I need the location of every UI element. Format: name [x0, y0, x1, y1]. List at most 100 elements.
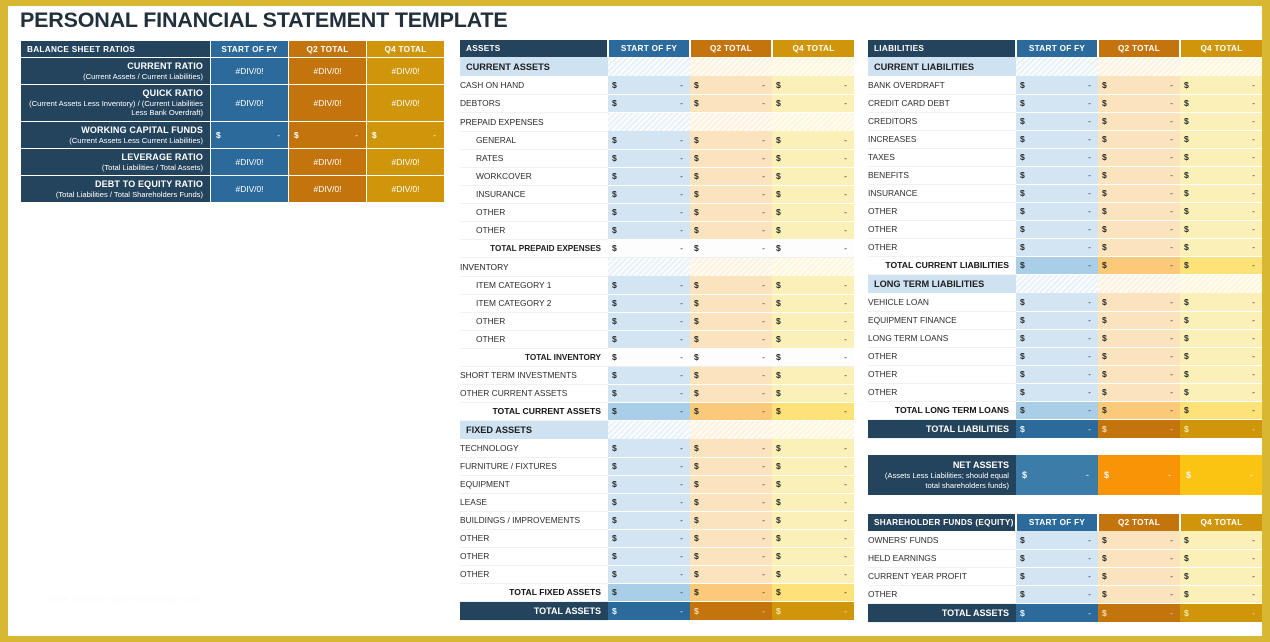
equity-start-of-fy[interactable]: $ - [1016, 585, 1098, 604]
net-assets-value[interactable]: $ - [1180, 455, 1262, 495]
assets-q2[interactable]: $ - [690, 131, 772, 150]
assets-q2[interactable]: $ - [690, 475, 772, 494]
liabilities-start-of-fy[interactable]: $ - [1016, 365, 1098, 384]
liabilities-total-q4[interactable]: $ - [1180, 256, 1262, 275]
liabilities-q2[interactable]: $ - [1098, 166, 1180, 185]
equity-start-of-fy[interactable]: $ - [1016, 567, 1098, 586]
assets-grand-q4[interactable]: $ - [772, 601, 854, 621]
assets-total-start-of-fy[interactable]: $ - [608, 402, 690, 421]
assets-subtotal-start-of-fy[interactable]: $ - [608, 348, 690, 367]
liabilities-q2[interactable]: $ - [1098, 365, 1180, 384]
liabilities-q4[interactable]: $ - [1180, 238, 1262, 257]
assets-q4[interactable]: $ - [772, 276, 854, 295]
assets-start-of-fy[interactable]: $ - [608, 330, 690, 349]
assets-q4[interactable]: $ - [772, 366, 854, 385]
assets-total-q2[interactable]: $ - [690, 583, 772, 602]
ratio-value[interactable]: $ - [210, 120, 289, 149]
liabilities-start-of-fy[interactable]: $ - [1016, 202, 1098, 221]
assets-q2[interactable]: $ - [690, 366, 772, 385]
liabilities-q2[interactable]: $ - [1098, 184, 1180, 203]
liabilities-q4[interactable]: $ - [1180, 94, 1262, 113]
assets-q4[interactable]: $ - [772, 167, 854, 186]
liabilities-q2[interactable]: $ - [1098, 94, 1180, 113]
equity-q4[interactable]: $ - [1180, 531, 1262, 550]
assets-start-of-fy[interactable]: $ - [608, 203, 690, 222]
assets-q2[interactable]: $ - [690, 547, 772, 566]
assets-start-of-fy[interactable]: $ - [608, 529, 690, 548]
ratio-value[interactable]: #DIV/0! [366, 175, 445, 204]
ratio-value[interactable]: #DIV/0! [366, 147, 445, 177]
liabilities-start-of-fy[interactable]: $ - [1016, 94, 1098, 113]
assets-start-of-fy[interactable]: $ - [608, 547, 690, 566]
liabilities-grand-start-of-fy[interactable]: $ - [1016, 419, 1098, 439]
liabilities-q2[interactable]: $ - [1098, 311, 1180, 330]
liabilities-start-of-fy[interactable]: $ - [1016, 76, 1098, 95]
assets-total-q2[interactable]: $ - [690, 402, 772, 421]
equity-q2[interactable]: $ - [1098, 567, 1180, 586]
liabilities-start-of-fy[interactable]: $ - [1016, 112, 1098, 131]
assets-start-of-fy[interactable]: $ - [608, 76, 690, 95]
assets-q4[interactable]: $ - [772, 294, 854, 313]
assets-start-of-fy[interactable]: $ - [608, 384, 690, 403]
assets-q2[interactable]: $ - [690, 565, 772, 584]
liabilities-q2[interactable]: $ - [1098, 383, 1180, 402]
liabilities-q2[interactable]: $ - [1098, 238, 1180, 257]
assets-subtotal-q4[interactable]: $ - [772, 348, 854, 367]
assets-start-of-fy[interactable]: $ - [608, 366, 690, 385]
liabilities-q4[interactable]: $ - [1180, 166, 1262, 185]
assets-total-q4[interactable]: $ - [772, 583, 854, 602]
assets-q4[interactable]: $ - [772, 185, 854, 204]
equity-start-of-fy[interactable]: $ - [1016, 549, 1098, 568]
equity-q2[interactable]: $ - [1098, 549, 1180, 568]
assets-subtotal-start-of-fy[interactable]: $ - [608, 239, 690, 258]
liabilities-total-q2[interactable]: $ - [1098, 401, 1180, 420]
assets-q4[interactable]: $ - [772, 547, 854, 566]
liabilities-q4[interactable]: $ - [1180, 365, 1262, 384]
net-assets-value[interactable]: $ - [1016, 455, 1098, 495]
liabilities-q4[interactable]: $ - [1180, 220, 1262, 239]
ratio-value[interactable]: #DIV/0! [288, 84, 367, 122]
liabilities-q2[interactable]: $ - [1098, 202, 1180, 221]
liabilities-start-of-fy[interactable]: $ - [1016, 166, 1098, 185]
assets-q4[interactable]: $ - [772, 94, 854, 113]
assets-subtotal-q2[interactable]: $ - [690, 239, 772, 258]
assets-q4[interactable]: $ - [772, 76, 854, 95]
liabilities-q2[interactable]: $ - [1098, 347, 1180, 366]
equity-q2[interactable]: $ - [1098, 531, 1180, 550]
equity-grand-q2[interactable]: $ - [1098, 603, 1180, 623]
assets-grand-q2[interactable]: $ - [690, 601, 772, 621]
assets-q4[interactable]: $ - [772, 330, 854, 349]
assets-grand-start-of-fy[interactable]: $ - [608, 601, 690, 621]
liabilities-total-start-of-fy[interactable]: $ - [1016, 401, 1098, 420]
assets-q4[interactable]: $ - [772, 203, 854, 222]
assets-start-of-fy[interactable]: $ - [608, 493, 690, 512]
net-assets-value[interactable]: $ - [1098, 455, 1180, 495]
assets-start-of-fy[interactable]: $ - [608, 221, 690, 240]
assets-start-of-fy[interactable]: $ - [608, 131, 690, 150]
liabilities-q4[interactable]: $ - [1180, 383, 1262, 402]
liabilities-q2[interactable]: $ - [1098, 112, 1180, 131]
equity-start-of-fy[interactable]: $ - [1016, 531, 1098, 550]
assets-start-of-fy[interactable]: $ - [608, 475, 690, 494]
liabilities-total-start-of-fy[interactable]: $ - [1016, 256, 1098, 275]
assets-start-of-fy[interactable]: $ - [608, 185, 690, 204]
liabilities-start-of-fy[interactable]: $ - [1016, 220, 1098, 239]
assets-start-of-fy[interactable]: $ - [608, 565, 690, 584]
assets-q2[interactable]: $ - [690, 529, 772, 548]
assets-start-of-fy[interactable]: $ - [608, 167, 690, 186]
assets-q2[interactable]: $ - [690, 276, 772, 295]
assets-q2[interactable]: $ - [690, 76, 772, 95]
assets-q4[interactable]: $ - [772, 565, 854, 584]
assets-total-start-of-fy[interactable]: $ - [608, 583, 690, 602]
equity-grand-q4[interactable]: $ - [1180, 603, 1262, 623]
liabilities-total-q4[interactable]: $ - [1180, 401, 1262, 420]
liabilities-q4[interactable]: $ - [1180, 112, 1262, 131]
liabilities-start-of-fy[interactable]: $ - [1016, 347, 1098, 366]
liabilities-q2[interactable]: $ - [1098, 293, 1180, 312]
liabilities-q4[interactable]: $ - [1180, 202, 1262, 221]
equity-q4[interactable]: $ - [1180, 567, 1262, 586]
liabilities-q4[interactable]: $ - [1180, 329, 1262, 348]
ratio-value[interactable]: $ - [288, 120, 367, 149]
liabilities-total-q2[interactable]: $ - [1098, 256, 1180, 275]
liabilities-grand-q4[interactable]: $ - [1180, 419, 1262, 439]
